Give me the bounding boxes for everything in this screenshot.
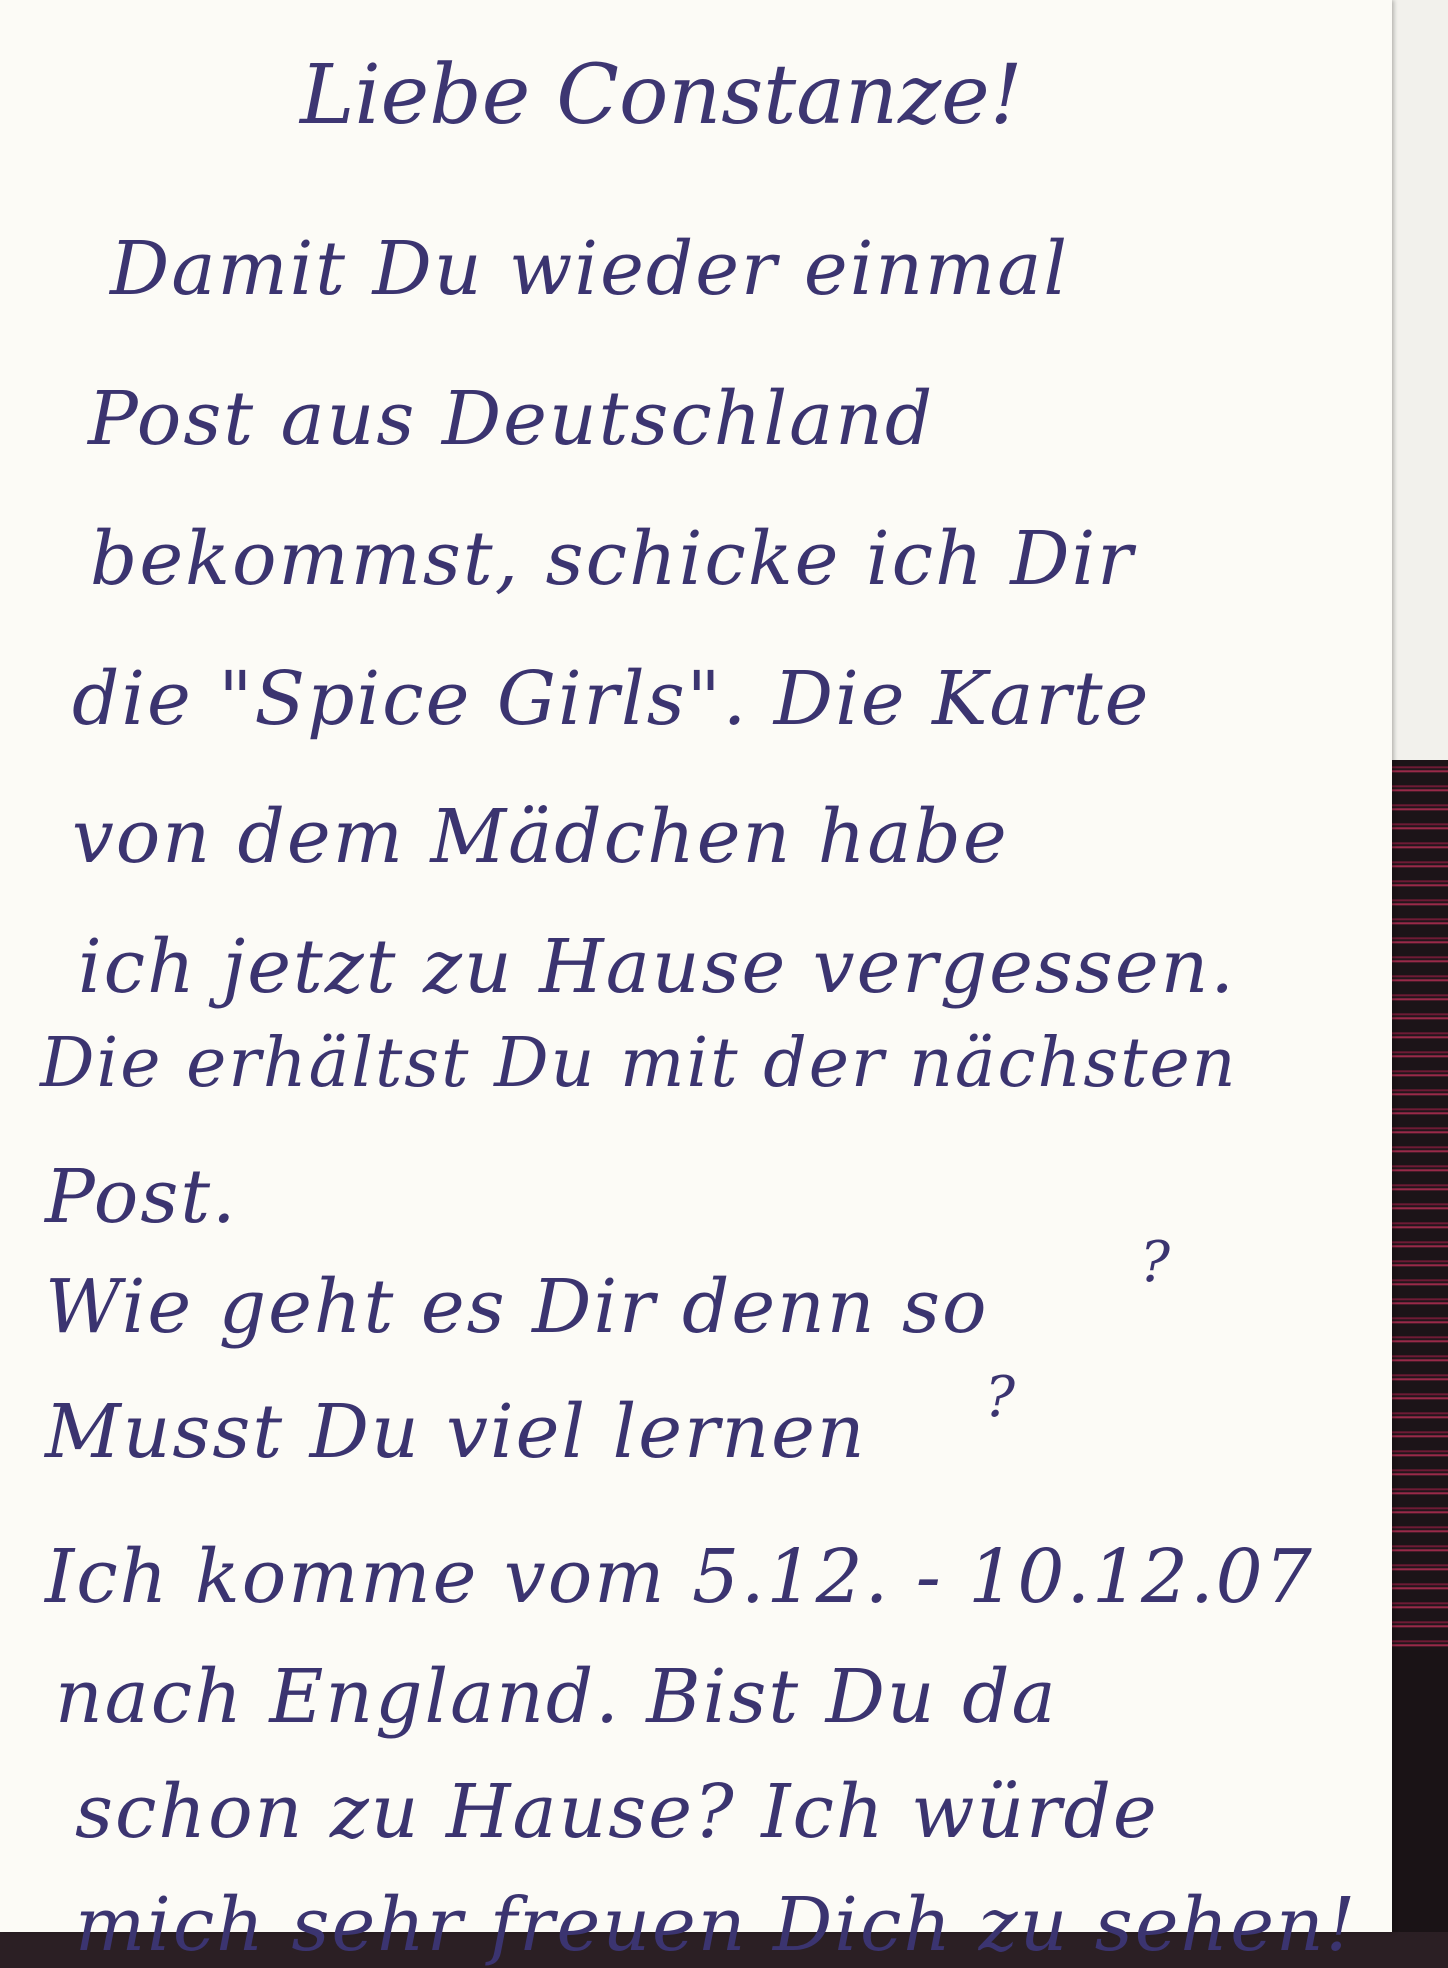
letter-line-5: von dem Mädchen habe — [72, 794, 1009, 880]
letter-line-13: schon zu Hause? Ich würde — [75, 1769, 1159, 1855]
letter-line-8: Post. — [45, 1154, 238, 1240]
letter-line-6: ich jetzt zu Hause vergessen. — [78, 924, 1236, 1010]
letter-line-2: Post aus Deutschland — [88, 376, 935, 462]
background-white-surface — [1388, 0, 1448, 760]
letter-page: Liebe Constanze! Damit Du wieder einmal … — [0, 0, 1392, 1962]
letter-line-10: Musst Du viel lernen — [45, 1389, 867, 1475]
question-mark-2: ? — [985, 1365, 1016, 1430]
background-dark-surface — [1388, 1650, 1448, 1932]
letter-line-3: bekommst, schicke ich Dir — [90, 516, 1135, 602]
letter-line-12: nach England. Bist Du da — [55, 1654, 1058, 1740]
letter-line-7: Die erhältst Du mit der nächsten — [40, 1024, 1238, 1103]
question-mark-1: ? — [1140, 1230, 1171, 1295]
letter-line-1: Damit Du wieder einmal — [110, 226, 1069, 312]
letter-line-9: Wie geht es Dir denn so — [45, 1264, 989, 1350]
letter-line-14: mich sehr freuen Dich zu sehen! — [75, 1882, 1358, 1968]
letter-line-11: Ich komme vom 5.12. - 10.12.07 — [45, 1534, 1314, 1620]
letter-greeting: Liebe Constanze! — [300, 48, 1023, 143]
letter-line-4: die "Spice Girls". Die Karte — [72, 656, 1151, 742]
